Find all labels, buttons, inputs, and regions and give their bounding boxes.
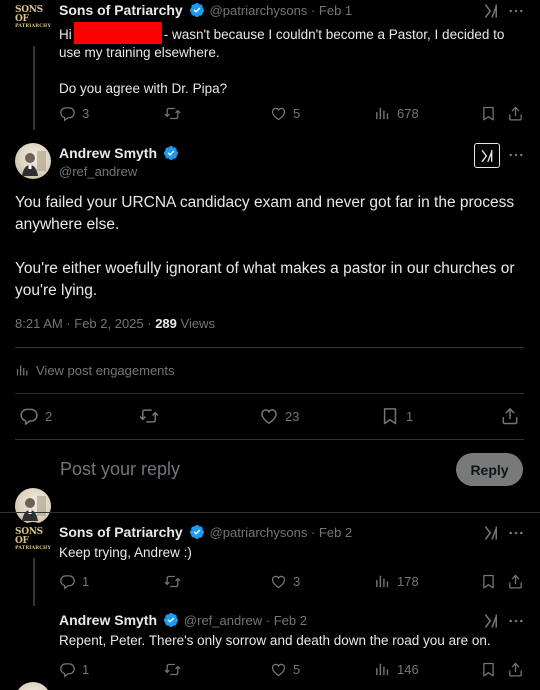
repost-action[interactable] bbox=[164, 661, 181, 678]
divider bbox=[15, 393, 524, 394]
bookmark-icon[interactable] bbox=[480, 573, 497, 590]
grok-icon[interactable] bbox=[482, 612, 500, 630]
post-date[interactable]: Feb 2 bbox=[319, 525, 352, 540]
reply-icon bbox=[59, 661, 76, 678]
post-text: Keep trying, Andrew :) bbox=[59, 545, 192, 560]
repost-icon bbox=[164, 105, 181, 122]
views-icon bbox=[374, 105, 391, 122]
reply-icon bbox=[59, 105, 76, 122]
avatar[interactable]: SONS OF PATRIARCHY bbox=[15, 0, 51, 36]
bookmark-icon bbox=[380, 406, 400, 426]
avatar-photo-icon bbox=[22, 151, 46, 176]
avatar[interactable] bbox=[15, 143, 51, 179]
avatar-logo-subtext: PATRIARCHY bbox=[15, 546, 51, 552]
like-icon bbox=[270, 573, 287, 590]
verified-badge-icon bbox=[163, 145, 179, 161]
author-name[interactable]: Andrew Smyth bbox=[59, 145, 157, 161]
author-name-row: Andrew Smyth bbox=[59, 145, 179, 161]
verified-badge-icon bbox=[189, 524, 205, 540]
author-name[interactable]: Sons of Patriarchy bbox=[59, 2, 183, 18]
bookmark-icon[interactable] bbox=[480, 105, 497, 122]
author-handle[interactable]: @patriarchysons bbox=[210, 525, 308, 540]
views-action[interactable]: 146 bbox=[374, 661, 419, 678]
reply-icon bbox=[19, 406, 39, 426]
divider bbox=[15, 439, 524, 440]
reply-action[interactable]: 1 bbox=[59, 661, 89, 678]
more-icon[interactable] bbox=[507, 612, 525, 630]
reply-action[interactable]: 2 bbox=[19, 406, 52, 426]
like-action[interactable]: 5 bbox=[270, 661, 300, 678]
reply-action[interactable]: 1 bbox=[59, 573, 89, 590]
share-icon[interactable] bbox=[507, 105, 524, 122]
post-date[interactable]: Feb 2 bbox=[274, 613, 307, 628]
avatar[interactable] bbox=[15, 682, 51, 690]
more-icon[interactable] bbox=[507, 524, 525, 542]
like-icon bbox=[270, 661, 287, 678]
share-icon[interactable] bbox=[507, 573, 524, 590]
redaction-box bbox=[73, 22, 162, 44]
bookmark-icon[interactable] bbox=[480, 661, 497, 678]
avatar-logo-subtext: PATRIARCHY bbox=[15, 24, 51, 30]
views-count: 289 bbox=[155, 316, 177, 331]
post-date[interactable]: Feb 1 bbox=[319, 3, 352, 18]
reply-input[interactable]: Post your reply bbox=[60, 459, 180, 480]
more-icon[interactable] bbox=[507, 146, 525, 164]
like-action[interactable]: 23 bbox=[259, 406, 299, 426]
main-post-text: You failed your URCNA candidacy exam and… bbox=[15, 194, 515, 299]
share-icon[interactable] bbox=[507, 661, 524, 678]
grok-icon[interactable] bbox=[482, 524, 500, 542]
verified-badge-icon bbox=[163, 612, 179, 628]
author-handle[interactable]: @ref_andrew bbox=[59, 164, 137, 179]
like-icon bbox=[259, 406, 279, 426]
view-engagements-link[interactable]: View post engagements bbox=[15, 363, 175, 378]
post-timestamp: 8:21 AM · Feb 2, 2025 · 289 Views bbox=[15, 316, 215, 331]
author-handle[interactable]: @patriarchysons bbox=[210, 3, 308, 18]
like-action[interactable]: 5 bbox=[270, 105, 300, 122]
bookmark-action[interactable]: 1 bbox=[380, 406, 413, 426]
avatar-photo-icon bbox=[22, 496, 46, 521]
avatar-photo-icon bbox=[15, 682, 51, 690]
views-action[interactable]: 178 bbox=[374, 573, 419, 590]
avatar bbox=[15, 488, 51, 524]
more-icon[interactable] bbox=[507, 2, 525, 20]
post-header: Andrew Smyth @ref_andrew · Feb 2 bbox=[59, 612, 307, 628]
like-action[interactable]: 3 bbox=[270, 573, 300, 590]
post-header: Sons of Patriarchy @patriarchysons · Feb… bbox=[59, 524, 353, 540]
avatar-logo-text: SONS OF bbox=[15, 5, 43, 25]
grok-button[interactable] bbox=[474, 143, 500, 168]
repost-action[interactable] bbox=[164, 573, 181, 590]
share-icon[interactable] bbox=[500, 406, 520, 426]
divider bbox=[15, 347, 524, 348]
avatar[interactable]: SONS OF PATRIARCHY bbox=[15, 522, 51, 558]
grok-icon bbox=[479, 148, 495, 164]
views-icon bbox=[15, 363, 30, 378]
post-text: Repent, Peter. There's only sorrow and d… bbox=[59, 633, 491, 648]
reply-icon bbox=[59, 573, 76, 590]
author-name[interactable]: Andrew Smyth bbox=[59, 612, 157, 628]
divider bbox=[0, 512, 540, 513]
repost-action[interactable] bbox=[164, 105, 181, 122]
repost-action[interactable] bbox=[139, 406, 159, 426]
thread-line bbox=[33, 556, 35, 606]
author-handle[interactable]: @ref_andrew bbox=[184, 613, 262, 628]
author-name[interactable]: Sons of Patriarchy bbox=[59, 524, 183, 540]
thread-line bbox=[33, 46, 35, 130]
repost-icon bbox=[164, 573, 181, 590]
like-icon bbox=[270, 105, 287, 122]
verified-badge-icon bbox=[189, 2, 205, 18]
views-action[interactable]: 678 bbox=[374, 105, 419, 122]
post-text: Hi - wasn't because I couldn't become a P… bbox=[59, 22, 529, 98]
avatar-logo-text: SONS OF bbox=[15, 527, 43, 547]
views-icon bbox=[374, 573, 391, 590]
views-icon bbox=[374, 661, 391, 678]
grok-icon[interactable] bbox=[482, 2, 500, 20]
reply-button[interactable]: Reply bbox=[456, 453, 523, 486]
repost-icon bbox=[139, 406, 159, 426]
reply-action[interactable]: 3 bbox=[59, 105, 89, 122]
repost-icon bbox=[164, 661, 181, 678]
post-header: Sons of Patriarchy @patriarchysons · Feb… bbox=[59, 2, 353, 18]
